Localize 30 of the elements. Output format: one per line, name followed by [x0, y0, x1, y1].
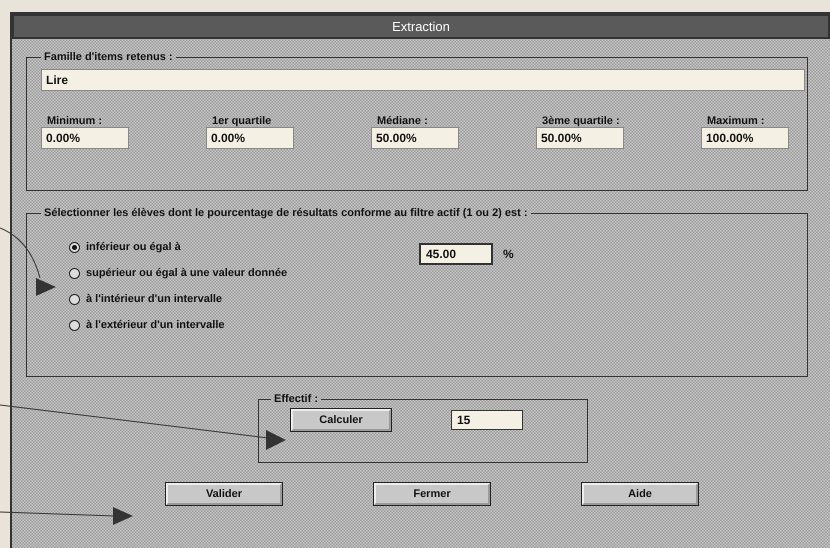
radio-label[interactable]: supérieur ou égal à une valeur donnée	[86, 267, 288, 279]
stat-value-field: 100.00%	[701, 127, 789, 149]
stat-label: Médiane :	[377, 115, 429, 127]
unit-label: %	[503, 247, 514, 261]
stat-value-field: 50.00%	[536, 127, 624, 149]
stat-label: 1er quartile	[212, 115, 272, 127]
radio-label[interactable]: inférieur ou égal à	[86, 241, 181, 253]
radio-label[interactable]: à l'intérieur d'un intervalle	[86, 293, 222, 305]
stat-value-field: 0.00%	[206, 127, 294, 149]
radio-button[interactable]	[69, 320, 80, 330]
dialog-button[interactable]: Aide	[582, 483, 698, 505]
radio-button[interactable]	[69, 294, 80, 304]
threshold-field[interactable]: 45.00	[419, 243, 493, 265]
dialog-button[interactable]: Fermer	[374, 483, 490, 505]
dialog-button[interactable]: Valider	[166, 483, 282, 505]
calculate-button[interactable]: Calculer	[291, 409, 391, 431]
radio-button[interactable]	[69, 268, 80, 278]
count-field: 15	[451, 410, 523, 430]
group-label: Effectif :	[273, 393, 319, 405]
group-label: Sélectionner les élèves dont le pourcentage de résultats conforme au filtre actif (1 ou 2) est :	[43, 207, 529, 219]
group-label: Famille d'items retenus :	[43, 51, 174, 63]
window-title: Extraction	[12, 14, 830, 39]
stat-label: Minimum :	[47, 115, 103, 127]
stat-label: Maximum :	[707, 115, 766, 127]
stat-value-field: 50.00%	[371, 127, 459, 149]
stat-value-field: 0.00%	[41, 127, 129, 149]
radio-button[interactable]	[69, 242, 80, 252]
item-family-field[interactable]: Lire	[41, 69, 805, 91]
radio-label[interactable]: à l'extérieur d'un intervalle	[86, 319, 225, 331]
stat-label: 3ème quartile :	[542, 115, 621, 127]
